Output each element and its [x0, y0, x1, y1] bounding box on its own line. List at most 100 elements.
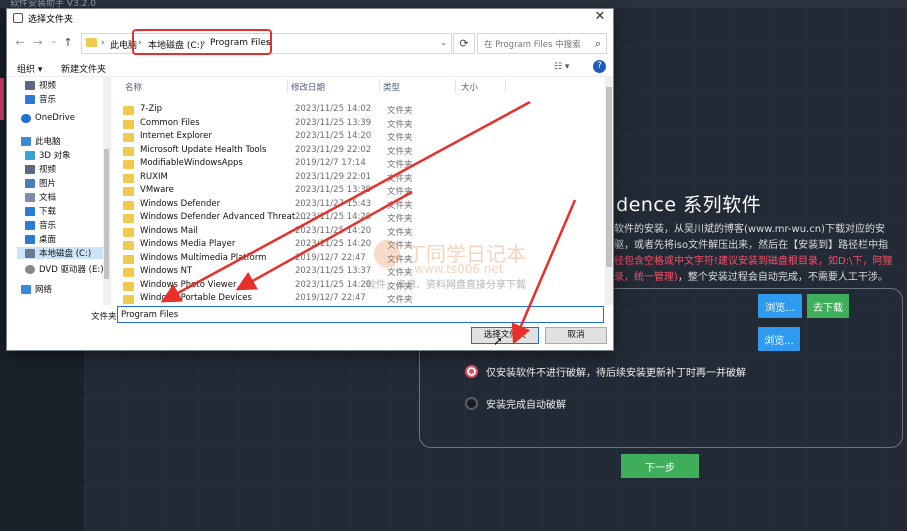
cancel-button[interactable]: 取消 [545, 327, 607, 344]
tree-label: 3D 对象 [39, 151, 71, 161]
tree-label: 视频 [39, 81, 57, 91]
tree-label: 本地磁盘 (C:) [39, 249, 92, 259]
tree-item-local-disk[interactable]: 本地磁盘 (C:) [17, 247, 103, 259]
folder-icon [123, 106, 134, 115]
forward-arrow-icon[interactable]: → [31, 36, 45, 49]
chevron-down-icon[interactable]: ⌄ [440, 38, 447, 47]
tree-item-videos[interactable]: 视频 [25, 79, 56, 91]
file-date: 2023/11/25 14:20 [295, 131, 372, 141]
column-separator[interactable] [379, 79, 380, 93]
tree-item-onedrive[interactable]: OneDrive [21, 113, 75, 123]
picture-icon [25, 178, 35, 188]
folder-input-box[interactable] [117, 306, 604, 323]
file-type: 文件夹 [387, 227, 413, 238]
tree-label: 视频 [39, 165, 57, 175]
back-arrow-icon[interactable]: ← [13, 36, 27, 49]
browse-button-1[interactable]: 浏览... [758, 294, 802, 318]
tree-item-videos-2[interactable]: 视频 [25, 163, 56, 175]
folder-icon [123, 133, 134, 142]
file-list-scrollbar[interactable] [605, 77, 613, 305]
file-name: Windows Portable Devices [140, 293, 252, 303]
file-row[interactable]: Windows Portable Devices 2019/12/7 22:47 文… [121, 293, 591, 305]
tree-label: 下载 [39, 207, 57, 217]
file-row[interactable]: 7-Zip 2023/11/25 14:02 文件夹 [121, 104, 591, 117]
tree-item-documents[interactable]: 文档 [25, 191, 56, 203]
radio-unselected-icon[interactable] [465, 397, 478, 410]
select-folder-button[interactable]: 选择文件夹 [471, 327, 539, 344]
view-options-icon[interactable]: ☷ ▾ [554, 62, 569, 72]
tree-item-this-pc[interactable]: 此电脑 [21, 135, 61, 147]
file-date: 2023/11/25 14:20 [295, 279, 372, 290]
file-row[interactable]: Windows Defender Advanced Threat ... 2023… [121, 212, 591, 225]
column-separator[interactable] [505, 79, 506, 93]
folder-input[interactable] [118, 307, 603, 323]
tree-item-desktop[interactable]: 桌面 [25, 233, 56, 245]
file-row[interactable]: RUXIM 2023/11/29 22:01 文件夹 [121, 172, 591, 185]
network-icon [21, 284, 31, 294]
close-icon[interactable]: ✕ [593, 10, 607, 24]
dvd-icon [25, 264, 35, 274]
tree-item-pictures[interactable]: 图片 [25, 177, 56, 189]
option-auto-crack[interactable]: 安装完成自动破解 [465, 396, 566, 411]
column-header-date[interactable]: 修改日期 [291, 81, 325, 93]
up-arrow-icon[interactable]: ↑ [61, 36, 75, 49]
file-row[interactable]: Windows Multimedia Platform 2019/12/7 22:… [121, 253, 591, 266]
file-row[interactable]: VMware 2023/11/25 13:39 文件夹 [121, 185, 591, 198]
option-no-crack[interactable]: 仅安装软件不进行破解，待后续安装更新补丁时再一并破解 [465, 364, 746, 379]
file-type: 文件夹 [387, 173, 413, 184]
folder-icon [123, 173, 134, 183]
file-row[interactable]: Microsoft Update Health Tools 2023/11/29 … [121, 145, 591, 158]
file-date: 2023/11/25 13:39 [295, 185, 372, 195]
tree-item-music[interactable]: 音乐 [25, 93, 56, 105]
tree-label: 文档 [39, 193, 57, 203]
file-row[interactable]: ModifiableWindowsApps 2019/12/7 17:14 文件夹 [121, 158, 591, 171]
file-row[interactable]: Windows Mail 2023/11/25 14:20 文件夹 [121, 226, 591, 239]
file-type: 文件夹 [387, 146, 413, 157]
radio-selected-icon[interactable] [465, 365, 478, 378]
tree-item-music-2[interactable]: 音乐 [25, 219, 56, 231]
search-box[interactable]: 在 Program Files 中搜索 ⌕ [477, 33, 607, 54]
folder-icon [86, 38, 97, 47]
tree-label: 网络 [35, 285, 53, 295]
column-separator[interactable] [287, 79, 288, 93]
refresh-icon[interactable]: ⟳ [453, 33, 475, 54]
file-date: 2023/11/25 14:20 [295, 239, 372, 249]
file-row[interactable]: Windows Photo Viewer 2023/11/25 14:20 文件夹 [121, 280, 591, 293]
column-header-type[interactable]: 类型 [383, 81, 400, 93]
column-header-size[interactable]: 大小 [461, 81, 478, 93]
new-folder-button[interactable]: 新建文件夹 [61, 62, 106, 75]
file-type: 文件夹 [387, 254, 413, 265]
tree-item-dvd-drive[interactable]: DVD 驱动器 (E:) [25, 263, 104, 275]
tree-item-downloads[interactable]: 下载 [25, 205, 56, 217]
tree-scrollbar-thumb[interactable] [104, 149, 109, 279]
recent-chevron-icon[interactable]: ⌄ [47, 36, 61, 45]
file-row[interactable]: Windows Media Player 2023/11/25 14:20 文件夹 [121, 239, 591, 252]
mouse-pointer-icon: ➚ [493, 334, 504, 348]
browse-button-2[interactable]: 浏览... [758, 327, 800, 351]
tree-item-network[interactable]: 网络 [21, 283, 52, 295]
file-type: 文件夹 [387, 268, 413, 278]
file-row[interactable]: Windows Defender 2023/11/27 15:43 文件夹 [121, 199, 591, 212]
help-icon[interactable]: ? [593, 60, 606, 73]
file-date: 2023/11/25 13:39 [295, 117, 372, 128]
file-date: 2023/11/25 14:20 [295, 212, 372, 222]
file-name: ModifiableWindowsApps [140, 158, 243, 168]
document-icon [25, 192, 35, 202]
column-header-name[interactable]: 名称 [125, 81, 142, 93]
file-name: Windows Media Player [140, 239, 236, 249]
tree-scrollbar[interactable] [103, 77, 110, 305]
file-type: 文件夹 [387, 281, 413, 292]
file-row[interactable]: Windows NT 2023/11/25 13:37 文件夹 [121, 266, 591, 279]
file-type: 文件夹 [387, 106, 413, 116]
file-date: 2023/11/29 22:02 [295, 144, 372, 155]
next-button[interactable]: 下一步 [621, 454, 699, 478]
organize-menu[interactable]: 组织 ▾ [17, 62, 42, 75]
file-list-scrollbar-thumb[interactable] [606, 87, 612, 267]
tree-item-3d-objects[interactable]: 3D 对象 [25, 149, 71, 161]
download-button[interactable]: 去下载 [807, 294, 849, 318]
column-separator[interactable] [455, 79, 456, 93]
file-row[interactable]: Internet Explorer 2023/11/25 14:20 文件夹 [121, 131, 591, 144]
file-row[interactable]: Common Files 2023/11/25 13:39 文件夹 [121, 118, 591, 131]
file-date: 2019/12/7 22:47 [295, 252, 366, 263]
music-icon [25, 94, 35, 104]
